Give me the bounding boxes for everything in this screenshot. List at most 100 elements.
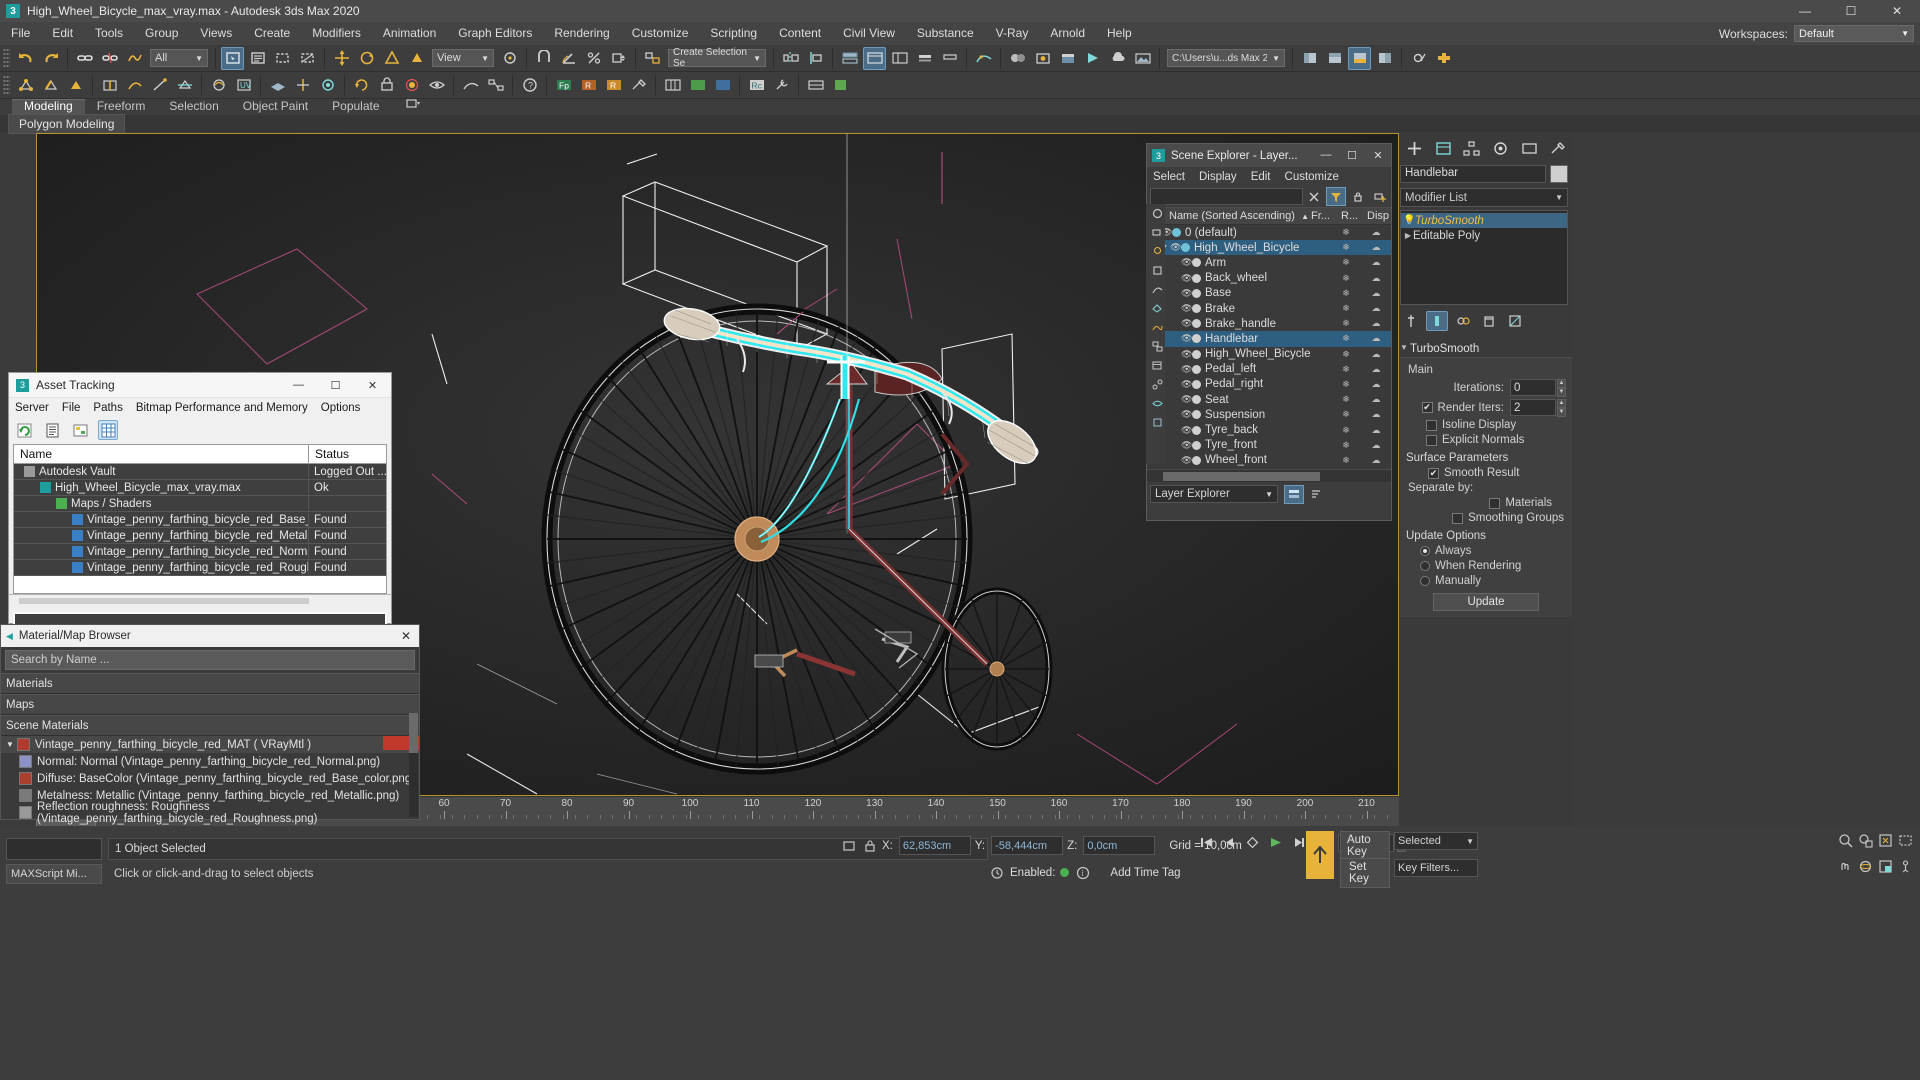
add-layer-icon[interactable] xyxy=(1370,187,1390,206)
collapse-arrow-icon[interactable]: ◀ xyxy=(6,631,13,642)
asset-menu-bitmap-performance[interactable]: Bitmap Performance and Memory xyxy=(136,402,308,414)
layer-explorer-icon[interactable] xyxy=(838,47,861,70)
menu-help[interactable]: Help xyxy=(1096,22,1143,45)
x-value[interactable]: 62,853cm xyxy=(898,836,971,855)
green-panel-icon[interactable] xyxy=(686,74,709,97)
rollout-title[interactable]: TurboSmooth xyxy=(1400,341,1572,357)
menu-scripting[interactable]: Scripting xyxy=(699,22,768,45)
repeat-last-icon[interactable] xyxy=(350,74,373,97)
refresh-icon[interactable] xyxy=(14,420,34,440)
select-and-move-icon[interactable] xyxy=(330,47,353,70)
visibility-eye-icon[interactable]: 👁 xyxy=(1181,409,1192,420)
hierarchy-tab-icon[interactable] xyxy=(1459,136,1484,161)
named-selection-set-combo[interactable]: Create Selection Se ▼ xyxy=(668,47,766,69)
asset-table-row[interactable]: High_Wheel_Bicycle_max_vray.max Ok xyxy=(14,479,386,496)
make-unique-icon[interactable] xyxy=(1452,311,1474,331)
freeze-icon[interactable]: ❄ xyxy=(1331,379,1361,390)
asset-menu-paths[interactable]: Paths xyxy=(93,402,122,414)
render-icon[interactable]: ☁ xyxy=(1361,288,1391,299)
scene-material-row[interactable]: ▼ Vintage_penny_farthing_bicycle_red_MAT… xyxy=(1,736,419,753)
viewport-layout-3-icon[interactable] xyxy=(1348,46,1371,70)
toolbar-grip-2[interactable] xyxy=(3,75,10,95)
workspace-combo[interactable]: Default ▼ xyxy=(1794,25,1914,42)
zoom-icon[interactable] xyxy=(1837,832,1854,849)
column-render[interactable]: R... xyxy=(1341,210,1367,222)
scene-explorer-close[interactable]: ✕ xyxy=(1365,149,1391,162)
smooth-icon[interactable] xyxy=(207,74,230,97)
asset-tracking-maximize[interactable]: ☐ xyxy=(317,373,354,398)
material-section-scene-materials[interactable]: Scene Materials xyxy=(1,715,419,736)
menu-modifiers[interactable]: Modifiers xyxy=(301,22,372,45)
scene-explorer-row[interactable]: 👁 High_Wheel_Bicycle ❄ ☁ xyxy=(1147,347,1391,362)
blue-panel-icon[interactable] xyxy=(711,74,734,97)
viewport-layout-1-icon[interactable] xyxy=(1298,47,1321,70)
visibility-eye-icon[interactable]: 👁 xyxy=(1181,318,1192,329)
material-section-maps[interactable]: Maps xyxy=(1,694,419,715)
material-search-input[interactable]: Search by Name ... xyxy=(5,650,415,670)
menu-graph-editors[interactable]: Graph Editors xyxy=(447,22,543,45)
zoom-extents-icon[interactable] xyxy=(1877,832,1894,849)
filter-icon[interactable] xyxy=(1326,187,1346,206)
scene-explorer-row[interactable]: 👁 Tyre_back ❄ ☁ xyxy=(1147,422,1391,437)
walkthrough-icon[interactable] xyxy=(1897,858,1914,875)
rendered-frame-window-icon[interactable] xyxy=(1056,47,1079,70)
render-iters-stepper[interactable]: ▲ ▼ xyxy=(1557,399,1566,417)
sort-order-icon[interactable] xyxy=(1306,485,1326,504)
smooth-result-checkbox[interactable]: ✔ xyxy=(1428,467,1439,479)
object-color-swatch[interactable] xyxy=(1550,165,1568,183)
zoom-region-icon[interactable] xyxy=(1897,832,1914,849)
selection-lock-toggle-icon[interactable] xyxy=(840,837,857,854)
utilities-tab-icon[interactable] xyxy=(1545,136,1570,161)
iterations-stepper[interactable]: ▲ ▼ xyxy=(1557,379,1566,397)
render-icon[interactable]: ☁ xyxy=(1361,409,1391,420)
render-icon[interactable]: ☁ xyxy=(1361,242,1391,253)
material-browser-close[interactable]: ✕ xyxy=(401,629,411,643)
iterations-value[interactable]: 0 xyxy=(1510,379,1556,396)
zoom-all-icon[interactable] xyxy=(1857,832,1874,849)
maxscript-listener-input[interactable] xyxy=(6,838,102,860)
visibility-eye-icon[interactable]: 👁 xyxy=(1181,303,1192,314)
material-entry-normal[interactable]: Normal: Normal (Vintage_penny_farthing_b… xyxy=(1,753,419,770)
menu-substance[interactable]: Substance xyxy=(906,22,985,45)
constraints-icon[interactable] xyxy=(375,74,398,97)
selection-filter-combo[interactable]: All ▼ xyxy=(150,49,208,67)
pan-view-icon[interactable] xyxy=(1837,858,1854,875)
asset-tracking-titlebar[interactable]: 3 Asset Tracking — ☐ ✕ xyxy=(9,373,391,398)
scene-explorer-row[interactable]: 👁 Brake_handle ❄ ☁ xyxy=(1147,316,1391,331)
curve-editor-2-icon[interactable] xyxy=(459,74,482,97)
scene-explorer-row[interactable]: 👁 Back_wheel ❄ ☁ xyxy=(1147,271,1391,286)
render-production-icon[interactable] xyxy=(1081,47,1104,70)
customize-ui-icon[interactable] xyxy=(1407,47,1430,70)
modifier-list-combo[interactable]: Modifier List ▼ xyxy=(1400,188,1568,207)
menu-group[interactable]: Group xyxy=(134,22,189,45)
ribbon-tab-object-paint[interactable]: Object Paint xyxy=(231,99,320,115)
scene-explorer-list[interactable]: 👁0 (default)❄☁▼👁High_Wheel_Bicycle❄☁👁Arm… xyxy=(1147,225,1391,469)
wrench-icon[interactable] xyxy=(770,74,793,97)
toolbar-grip[interactable] xyxy=(3,48,10,68)
update-always-radio[interactable] xyxy=(1420,546,1430,556)
spinner-snap-icon[interactable] xyxy=(607,47,630,70)
add-time-tag-label[interactable]: Add Time Tag xyxy=(1110,867,1180,879)
menu-tools[interactable]: Tools xyxy=(84,22,134,45)
visibility-eye-icon[interactable]: 👁 xyxy=(1181,333,1192,344)
freeze-icon[interactable]: ❄ xyxy=(1331,455,1361,466)
update-when-rendering-radio[interactable] xyxy=(1420,561,1430,571)
close-button[interactable]: ✕ xyxy=(1874,0,1920,22)
freeze-icon[interactable]: ❄ xyxy=(1331,227,1361,238)
modifier-stack[interactable]: 💡 TurboSmooth ▶ Editable Poly xyxy=(1400,210,1568,305)
toggle-scene-explorer-icon[interactable] xyxy=(913,47,936,70)
explorer-mode-combo[interactable]: Layer Explorer ▼ xyxy=(1150,485,1278,503)
asset-col-status[interactable]: Status xyxy=(308,444,386,464)
edit-named-selection-sets-icon[interactable] xyxy=(641,47,664,70)
green-square-icon[interactable] xyxy=(829,74,852,97)
use-pivot-point-center-icon[interactable] xyxy=(498,47,521,70)
render-icon[interactable]: ☁ xyxy=(1361,379,1391,390)
asset-table-row[interactable]: Maps / Shaders xyxy=(14,495,386,512)
scene-explorer-menu-customize[interactable]: Customize xyxy=(1285,171,1339,183)
render-icon[interactable]: ☁ xyxy=(1361,257,1391,268)
menu-content[interactable]: Content xyxy=(768,22,832,45)
forest-pack-icon[interactable]: Fp xyxy=(552,74,575,97)
render-icon[interactable]: ☁ xyxy=(1361,303,1391,314)
menu-create[interactable]: Create xyxy=(243,22,301,45)
visibility-eye-icon[interactable]: 👁 xyxy=(1181,440,1192,451)
